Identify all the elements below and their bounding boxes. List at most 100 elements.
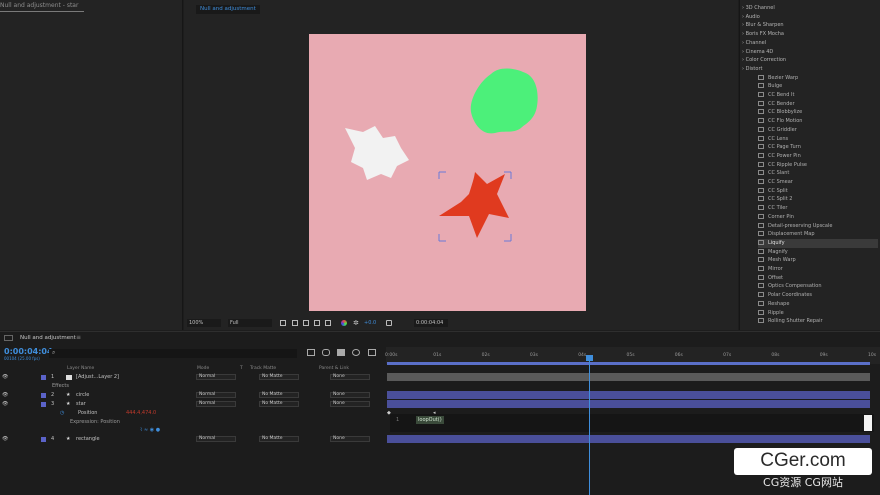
- effects-category[interactable]: › Boris FX Mocha: [742, 30, 784, 39]
- layer-row[interactable]: 👁 2 ★ circle Normal No Matte None: [0, 391, 384, 399]
- expression-scroll-handle[interactable]: [864, 415, 872, 431]
- property-row[interactable]: ◷ Position 444.4,474.0: [0, 409, 384, 417]
- layer-name[interactable]: [Adjust...Layer 2]: [76, 373, 119, 381]
- label-color-swatch[interactable]: [41, 392, 46, 398]
- layer-duration-bar[interactable]: [387, 391, 870, 399]
- effect-item[interactable]: CC Ripple Pulse: [758, 161, 878, 170]
- layer-duration-bar[interactable]: [387, 435, 870, 443]
- effects-category[interactable]: › 3D Channel: [742, 4, 775, 13]
- effect-item[interactable]: CC Smear: [758, 178, 878, 187]
- stopwatch-icon[interactable]: ◷: [60, 409, 64, 417]
- effect-item[interactable]: CC Split 2: [758, 195, 878, 204]
- layer-name[interactable]: rectangle: [76, 435, 100, 443]
- visibility-icon[interactable]: 👁: [2, 435, 8, 443]
- layer-duration-bar[interactable]: [387, 373, 870, 381]
- effect-item[interactable]: Corner Pin: [758, 213, 878, 222]
- timeline-tab[interactable]: Null and adjustment: [20, 335, 76, 341]
- label-color-swatch[interactable]: [41, 374, 46, 380]
- effect-item[interactable]: CC Tiler: [758, 204, 878, 213]
- expression-controls-icon[interactable]: ⌇ ≈ ◉ ●: [140, 426, 160, 434]
- layer-search-input[interactable]: [49, 349, 297, 358]
- effect-item[interactable]: Liquify: [758, 238, 878, 248]
- project-tab[interactable]: Null and adjustment - star: [0, 2, 78, 9]
- snapshot-icon[interactable]: [280, 320, 286, 326]
- effect-item[interactable]: CC Blobbylize: [758, 108, 878, 117]
- effects-category[interactable]: › Color Correction: [742, 56, 786, 65]
- effects-category[interactable]: › Distort: [742, 65, 762, 74]
- comp-mini-flowchart-icon[interactable]: [307, 349, 315, 356]
- zoom-dropdown[interactable]: 100%: [187, 319, 221, 327]
- parent-dropdown[interactable]: None: [330, 401, 370, 407]
- camera-icon[interactable]: [386, 320, 392, 326]
- mode-dropdown[interactable]: Normal: [196, 436, 236, 442]
- effect-item[interactable]: Rolling Shutter Repair: [758, 317, 878, 326]
- visibility-icon[interactable]: 👁: [2, 373, 8, 381]
- layer-name[interactable]: star: [76, 400, 86, 408]
- mode-dropdown[interactable]: Normal: [196, 374, 236, 380]
- col-layer-name[interactable]: Layer Name: [67, 366, 94, 371]
- viewer-timecode[interactable]: 0:00:04:04: [414, 319, 448, 327]
- effects-group-label[interactable]: Effects: [52, 382, 69, 390]
- layer-row[interactable]: 👁 3 ★ star Normal No Matte None: [0, 400, 384, 408]
- expression-code[interactable]: loopOut(): [416, 416, 444, 424]
- effect-item[interactable]: CC Bender: [758, 100, 878, 109]
- effect-item[interactable]: Displacement Map: [758, 230, 878, 239]
- effect-item[interactable]: CC Griddler: [758, 126, 878, 135]
- viewer-tab[interactable]: Null and adjustment: [196, 5, 260, 14]
- effect-item[interactable]: Optics Compensation: [758, 282, 878, 291]
- label-color-swatch[interactable]: [41, 401, 46, 407]
- composition-canvas[interactable]: [309, 34, 586, 311]
- tab-menu-icon[interactable]: ≡: [76, 334, 81, 341]
- label-color-swatch[interactable]: [41, 436, 46, 442]
- color-channel-icon[interactable]: [341, 320, 347, 326]
- exposure-value[interactable]: +0.0: [362, 319, 380, 327]
- current-time[interactable]: 0:00:04:04: [4, 347, 53, 356]
- effect-item[interactable]: CC Power Pin: [758, 152, 878, 161]
- draft-3d-icon[interactable]: [322, 349, 330, 356]
- effect-item[interactable]: Detail-preserving Upscale: [758, 222, 878, 231]
- effect-item[interactable]: Ripple: [758, 309, 878, 318]
- visibility-icon[interactable]: 👁: [2, 400, 8, 408]
- mask-icon[interactable]: [303, 320, 309, 326]
- effect-item[interactable]: Bulge: [758, 82, 878, 91]
- work-area-bar[interactable]: [387, 362, 870, 365]
- effect-item[interactable]: Mesh Warp: [758, 256, 878, 265]
- effect-item[interactable]: CC Lens: [758, 135, 878, 144]
- position-value[interactable]: 444.4,474.0: [126, 409, 156, 417]
- effect-item[interactable]: CC Flo Motion: [758, 117, 878, 126]
- close-tab-icon[interactable]: [4, 335, 13, 341]
- effects-category[interactable]: › Audio: [742, 13, 760, 22]
- track-matte-dropdown[interactable]: No Matte: [259, 401, 299, 407]
- parent-dropdown[interactable]: None: [330, 436, 370, 442]
- effect-item[interactable]: CC Bend It: [758, 91, 878, 100]
- playhead-handle[interactable]: [586, 355, 593, 361]
- visibility-icon[interactable]: 👁: [2, 391, 8, 399]
- parent-dropdown[interactable]: None: [330, 392, 370, 398]
- effect-item[interactable]: Mirror: [758, 265, 878, 274]
- hide-shy-icon[interactable]: [337, 349, 345, 356]
- track-matte-dropdown[interactable]: No Matte: [259, 436, 299, 442]
- playhead-line[interactable]: [589, 355, 590, 495]
- transparency-icon[interactable]: [325, 320, 331, 326]
- effects-category[interactable]: › Blur & Sharpen: [742, 21, 784, 30]
- layer-name[interactable]: circle: [76, 391, 89, 399]
- effect-item[interactable]: CC Split: [758, 187, 878, 196]
- layer-row[interactable]: 👁 4 ★ rectangle Normal No Matte None: [0, 435, 384, 443]
- grid-icon[interactable]: [292, 320, 298, 326]
- mode-dropdown[interactable]: Normal: [196, 401, 236, 407]
- layer-duration-bar[interactable]: [387, 400, 870, 408]
- effect-item[interactable]: CC Slant: [758, 169, 878, 178]
- effects-category[interactable]: › Cinema 4D: [742, 48, 773, 57]
- region-icon[interactable]: [314, 320, 320, 326]
- effect-item[interactable]: Bezier Warp: [758, 74, 878, 83]
- expression-editor[interactable]: [390, 414, 874, 432]
- effect-item[interactable]: Reshape: [758, 300, 878, 309]
- mode-dropdown[interactable]: Normal: [196, 392, 236, 398]
- effect-item[interactable]: Offset: [758, 274, 878, 283]
- effects-group-row[interactable]: Effects: [0, 382, 384, 390]
- layer-row[interactable]: 👁 1 [Adjust...Layer 2] Normal No Matte N…: [0, 373, 384, 381]
- parent-dropdown[interactable]: None: [330, 374, 370, 380]
- graph-editor-icon[interactable]: [368, 349, 376, 356]
- track-matte-dropdown[interactable]: No Matte: [259, 374, 299, 380]
- track-matte-dropdown[interactable]: No Matte: [259, 392, 299, 398]
